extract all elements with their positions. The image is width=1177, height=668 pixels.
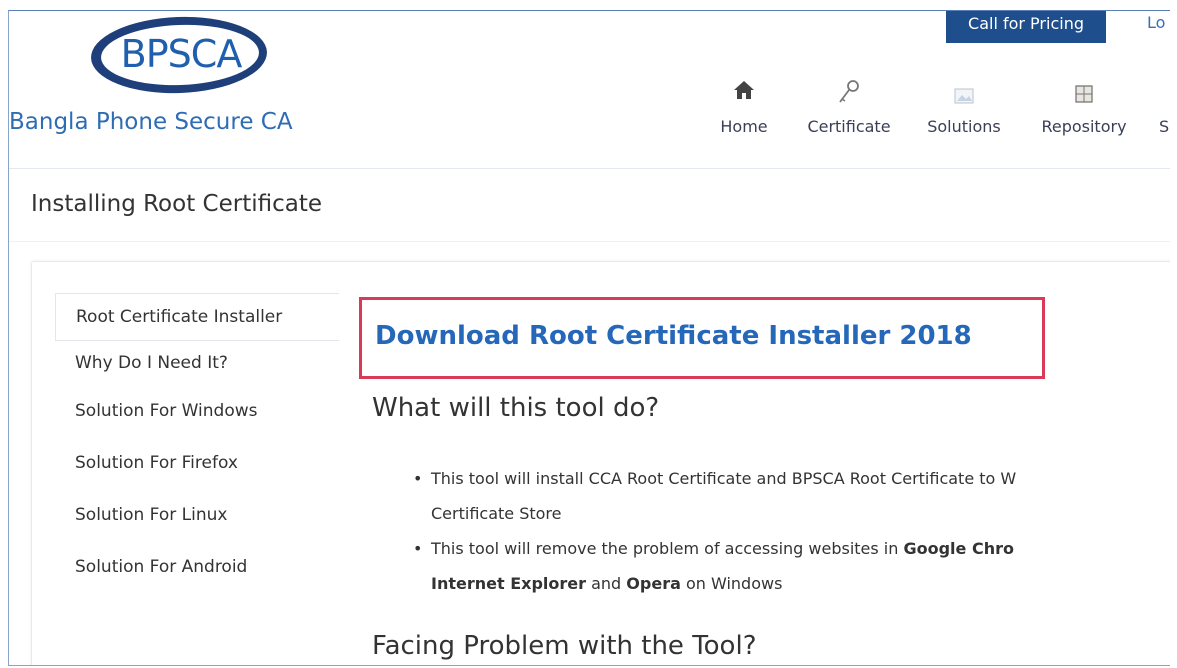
nav-repository[interactable]: Repository <box>1034 79 1134 136</box>
home-icon <box>709 79 779 109</box>
page-title: Installing Root Certificate <box>31 191 323 217</box>
sidebar-item-root-certificate-installer[interactable]: Root Certificate Installer <box>55 293 339 341</box>
sidebar-nav: Root Certificate Installer Why Do I Need… <box>55 293 339 593</box>
brand-name[interactable]: Bangla Phone Secure CA <box>9 109 293 135</box>
nav-solutions-label: Solutions <box>927 117 1001 136</box>
call-for-pricing-button[interactable]: Call for Pricing <box>946 11 1106 43</box>
browser-viewport: BPSCA Bangla Phone Secure CA Call for Pr… <box>8 10 1171 666</box>
sidebar-item-solution-linux[interactable]: Solution For Linux <box>55 489 339 541</box>
key-icon <box>799 79 899 109</box>
nav-repository-label: Repository <box>1041 117 1127 136</box>
nav-solutions[interactable]: Solutions <box>919 79 1009 136</box>
header-divider <box>9 168 1171 169</box>
nav-home[interactable]: Home <box>709 79 779 136</box>
list-item: This tool will install CCA Root Certific… <box>409 461 1171 531</box>
feature-list: This tool will install CCA Root Certific… <box>409 461 1171 601</box>
login-link[interactable]: Lo <box>1147 13 1165 32</box>
logo-text: BPSCA <box>120 32 243 76</box>
sidebar-item-why-do-i-need-it[interactable]: Why Do I Need It? <box>55 341 339 385</box>
nav-home-label: Home <box>720 117 768 136</box>
download-installer-link[interactable]: Download Root Certificate Installer 2018 <box>375 321 972 351</box>
list-item: This tool will remove the problem of acc… <box>409 531 1171 601</box>
nav-certificate[interactable]: Certificate <box>799 79 899 136</box>
heading-facing-problem: Facing Problem with the Tool? <box>372 631 757 661</box>
sidebar-item-solution-android[interactable]: Solution For Android <box>55 541 339 593</box>
sidebar-item-solution-windows[interactable]: Solution For Windows <box>55 385 339 437</box>
image-icon <box>919 79 1009 109</box>
sidebar-item-solution-firefox[interactable]: Solution For Firefox <box>55 437 339 489</box>
title-divider <box>9 241 1171 242</box>
heading-what-will-this-tool-do: What will this tool do? <box>372 393 660 423</box>
nav-certificate-label: Certificate <box>807 117 891 136</box>
cabinet-icon <box>1034 79 1134 109</box>
